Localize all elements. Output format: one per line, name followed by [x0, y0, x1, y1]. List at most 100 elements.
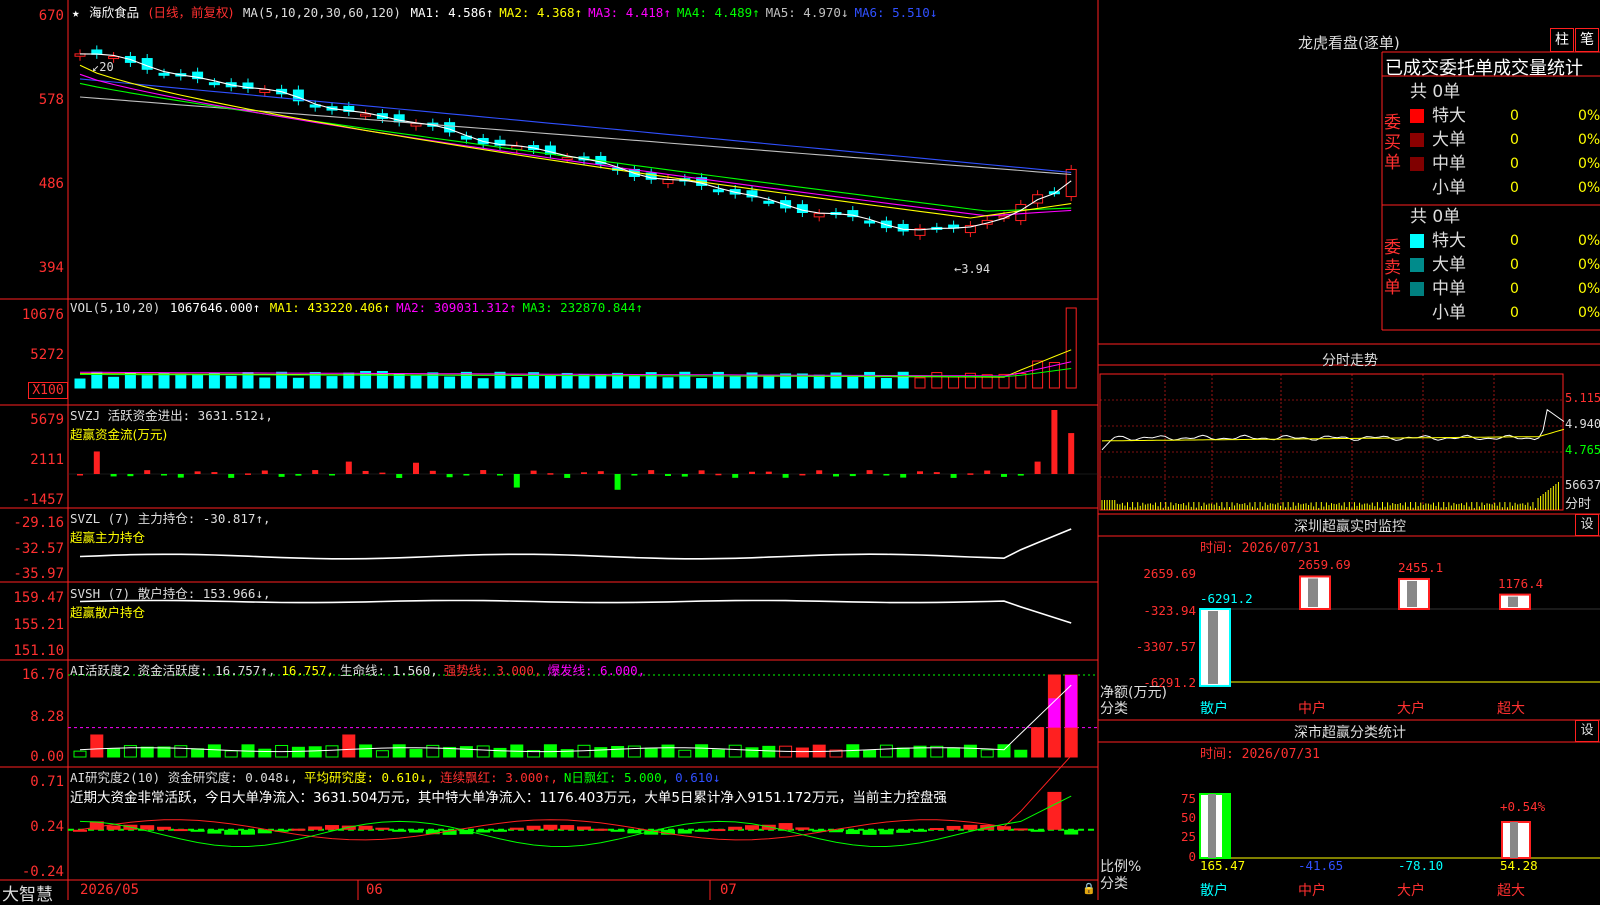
candle-up: [108, 56, 120, 60]
activity-bar: [392, 744, 406, 758]
candle-down: [208, 82, 220, 86]
buy-total: 共 0单: [1410, 82, 1461, 102]
favorite-star-icon[interactable]: ★: [72, 5, 80, 20]
activity-bar: [661, 744, 675, 758]
fl-pct-label: +0.54%: [1500, 799, 1546, 814]
research-bar: [526, 825, 541, 830]
buy-orders-label: 委买单: [1384, 113, 1401, 173]
fl-tick: 75: [1180, 791, 1196, 806]
stock-name[interactable]: 海欣食品: [89, 5, 139, 20]
outflow-bar: [681, 474, 688, 477]
ai-activity-value: 爆发线: 6.000,: [547, 663, 646, 678]
chart-canvas[interactable]: [0, 0, 1600, 900]
research-bar: [241, 829, 255, 835]
inflow-bar: [194, 471, 201, 474]
research-bar: [392, 829, 407, 832]
outflow-bar: [732, 474, 739, 478]
date-tick: 07: [720, 882, 737, 898]
color-swatch: [1410, 282, 1424, 296]
ai-research-message: 近期大资金非常活跃，今日大单净流入：3631.504万元，其中特大单净流入：11…: [70, 790, 947, 806]
ma-value: MA3: 4.418↑: [588, 5, 671, 20]
intraday-tick: 4.765: [1565, 443, 1600, 457]
activity-bar: [879, 744, 893, 758]
sz-settings-button[interactable]: 设: [1575, 514, 1599, 536]
vol-ma-value: MA1: 433220.406↑: [269, 300, 391, 315]
period-label[interactable]: (日线，前复权): [149, 5, 234, 20]
activity-bar: [426, 744, 440, 758]
buy-row-count: 0: [1510, 108, 1519, 124]
svsh-header: SVSH (7) 散户持仓: 153.966↓, 超赢散户持仓: [70, 583, 271, 621]
research-bar: [946, 825, 961, 830]
sell-orders-label: 委卖单: [1384, 238, 1401, 298]
inflow-bar: [866, 470, 873, 474]
ma-values: MA1: 4.586↑ MA2: 4.368↑ MA3: 4.418↑ MA4: 4.…: [410, 5, 943, 20]
outflow-bar: [614, 474, 621, 490]
activity-bar: [107, 748, 121, 758]
vol-ma-value: MA2: 309031.312↑: [396, 300, 517, 315]
volume-bar-down: [225, 375, 237, 389]
inflow-bar: [480, 470, 487, 474]
activity-bar: [963, 744, 977, 758]
outflow-bar: [497, 474, 503, 476]
ai-research-value: 0.610↓: [675, 770, 721, 785]
outflow-bar: [463, 474, 470, 476]
sz-time: 时间: 2026/07/31: [1200, 541, 1320, 556]
ai-activity-tick: 16.76: [21, 667, 64, 683]
research-bar: [795, 827, 810, 830]
activity-bar: [409, 748, 423, 758]
candle-up: [561, 157, 573, 161]
buy-row-pct: 0%: [1578, 156, 1600, 172]
ma-value: MA1: 4.586↑: [410, 5, 494, 20]
vol-tick: 10676: [21, 307, 64, 323]
candle-up: [360, 113, 372, 117]
tick-mode-button[interactable]: 笔: [1575, 28, 1599, 52]
lock-icon[interactable]: 🔒: [1082, 882, 1096, 895]
research-bar: [694, 829, 709, 832]
research-bar: [325, 825, 339, 830]
fl-settings-button[interactable]: 设: [1575, 720, 1599, 742]
price-tick: 394: [38, 260, 64, 276]
ai-research-tick: 0.24: [30, 819, 64, 835]
research-bar: [358, 825, 373, 830]
candle-up: [662, 179, 674, 185]
svzl-line1: SVZL (7) 主力持仓: -30.817↑,: [70, 511, 271, 526]
activity-bar: [947, 747, 961, 758]
fl-time: 时间: 2026/07/31: [1200, 747, 1320, 762]
sz-tick: -3307.57: [1135, 639, 1196, 654]
research-bar: [308, 826, 323, 830]
fl-stats-title: 深市超赢分类统计: [1294, 725, 1406, 741]
candle-down: [864, 220, 876, 224]
inflow-bar: [530, 470, 537, 474]
activity-bar: [375, 750, 389, 758]
bar-mode-button[interactable]: 柱: [1550, 28, 1574, 52]
svzj-header: SVZJ 活跃资金进出: 3631.512↓, 超赢资金流(万元): [70, 405, 273, 443]
activity-bar: [325, 745, 339, 758]
research-bar: [543, 824, 558, 830]
candle-down: [141, 58, 153, 70]
inflow-bar: [345, 461, 352, 474]
svsh-tick: 151.10: [13, 643, 64, 659]
sz-value-label: -6291.2: [1200, 591, 1253, 606]
research-bar: [140, 825, 155, 830]
fl-category: 中户: [1298, 883, 1326, 899]
buy-row-count: 0: [1510, 156, 1519, 172]
intraday-price-line: [1101, 408, 1565, 451]
activity-bar: [1031, 727, 1045, 758]
activity-line: [79, 684, 1072, 753]
research-bar: [963, 824, 978, 830]
footer-brand[interactable]: 大智慧: [2, 880, 53, 905]
ai-research-value: 连续飘红: 3.000↑,: [440, 770, 558, 785]
outflow-bar: [950, 474, 957, 478]
price-tick: 670: [38, 8, 64, 24]
volume-bar-down: [292, 377, 304, 389]
research-bar: [778, 823, 793, 830]
volume-bar-down: [192, 374, 204, 389]
ai-research-value: N日飘红: 5.000,: [563, 770, 670, 785]
research-bar: [409, 829, 423, 833]
activity-bar: [644, 747, 658, 758]
ma-value: MA4: 4.489↑: [676, 5, 760, 20]
date-tick: 06: [366, 882, 383, 898]
candle-down: [763, 200, 775, 204]
volume-bar-down: [108, 376, 120, 389]
activity-bar: [359, 744, 373, 758]
